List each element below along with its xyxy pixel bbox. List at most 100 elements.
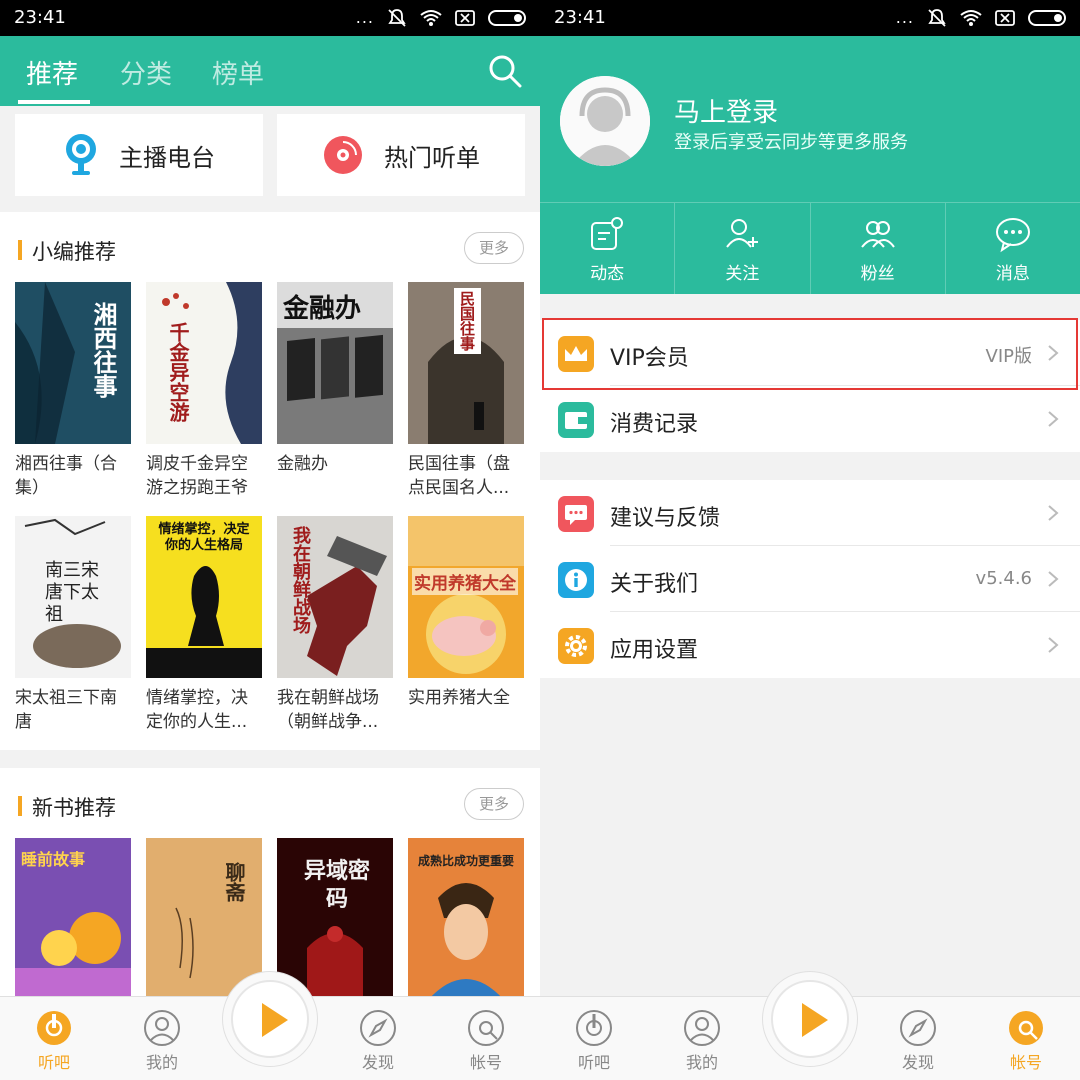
nav-mine[interactable]: 我的 [662,1009,742,1073]
section-title: 小编推荐 [32,240,116,264]
compass-icon [900,1010,936,1046]
book-title: 民国往事（盘点民国名人... [408,454,510,498]
bell-off-icon [928,9,946,27]
tab-ranking[interactable]: 榜单 [212,54,264,91]
book-card[interactable]: 湘西往事 湘西往事（合集） [15,282,131,500]
profile-header: 马上登录 登录后享受云同步等更多服务 动态 关注 粉丝 消息 [540,36,1080,294]
message-icon [995,218,1030,253]
stat-follow[interactable]: 关注 [675,203,811,294]
book-card[interactable]: 睡前故事 [15,838,131,1000]
tab-indicator [18,100,90,104]
book-cover: 异域密码 [277,838,393,1000]
book-card[interactable]: 实用养猪大全 实用养猪大全 [408,516,524,734]
more-button[interactable]: 更多 [464,232,524,264]
editor-picks-section: 小编推荐 更多 湘西往事 湘西往事（合集） 千金异空游 调皮千金异空游之拐跑王爷… [0,212,540,750]
book-title: 宋太祖三下南唐 [15,688,117,732]
section-accent-bar [18,796,22,816]
book-card[interactable]: 聊斋 [146,838,262,1000]
status-bar: 23:41 ... [540,0,1080,36]
book-card[interactable]: 金融办 金融办 [277,282,393,500]
chevron-right-icon [1048,571,1059,587]
book-title: 情绪掌控，决定你的人生... [146,688,248,732]
more-dots-icon: ... [895,8,914,27]
play-button[interactable] [762,971,858,1067]
book-cover: 我在朝鲜战场 [277,516,393,678]
book-cover: 金融办 [277,282,393,444]
nav-discover[interactable]: 发现 [878,1009,958,1073]
play-button[interactable] [222,971,318,1067]
menu-value: v5.4.6 [975,568,1032,589]
book-cover: 实用养猪大全 [408,516,524,678]
info-icon [558,562,594,598]
book-title: 调皮千金异空游之拐跑王爷 [146,454,248,498]
avatar[interactable] [560,76,650,166]
compass-icon [360,1010,396,1046]
feed-icon [591,217,624,250]
status-time: 23:41 [554,7,606,28]
book-card[interactable]: 异域密码 [277,838,393,1000]
nav-account[interactable]: 帐号 [446,1009,526,1073]
section-accent-bar [18,240,22,260]
book-title: 湘西往事（合集） [15,454,117,498]
tab-recommend[interactable]: 推荐 [26,54,78,91]
menu-spending[interactable]: 消费记录 [540,386,1080,452]
stat-feed[interactable]: 动态 [540,203,676,294]
stats-row: 动态 关注 粉丝 消息 [540,202,1080,294]
anchor-radio-button[interactable]: 主播电台 [15,114,263,196]
book-card[interactable]: 民国往事 民国往事（盘点民国名人... [408,282,524,500]
menu-settings[interactable]: 应用设置 [540,612,1080,678]
sim-off-icon [995,10,1015,26]
top-tab-bar: 推荐 分类 榜单 [0,36,540,106]
menu-label: 建议与反馈 [610,506,721,531]
listen-icon [37,1011,71,1045]
chevron-right-icon [1048,637,1059,653]
account-icon [468,1010,504,1046]
nav-discover[interactable]: 发现 [338,1009,418,1073]
book-card[interactable]: 千金异空游 调皮千金异空游之拐跑王爷 [146,282,262,500]
disc-icon [324,136,362,174]
bell-off-icon [388,9,406,27]
more-button[interactable]: 更多 [464,788,524,820]
hot-list-button[interactable]: 热门听单 [277,114,525,196]
account-icon [1009,1011,1043,1045]
book-title: 实用养猪大全 [408,688,510,708]
anchor-radio-label: 主播电台 [119,143,215,172]
tab-category[interactable]: 分类 [120,54,172,91]
login-title[interactable]: 马上登录 [674,92,778,129]
menu-about[interactable]: 关于我们 v5.4.6 [540,546,1080,612]
status-time: 23:41 [14,7,66,28]
menu-group-account: VIP会员 VIP版 消费记录 [540,320,1080,452]
book-cover: 睡前故事 [15,838,131,1000]
menu-value: VIP版 [985,346,1032,367]
wifi-icon [420,10,442,26]
book-card[interactable]: 我在朝鲜战场 我在朝鲜战场（朝鲜战争... [277,516,393,734]
book-cover: 千金异空游 [146,282,262,444]
search-icon[interactable] [488,54,522,88]
nav-listen[interactable]: 听吧 [554,1009,634,1073]
menu-group-app: 建议与反馈 关于我们 v5.4.6 应用设置 [540,480,1080,678]
listen-icon [576,1010,612,1046]
book-card[interactable]: 情绪掌控，决定你的人生格局 情绪掌控，决定你的人生... [146,516,262,734]
play-icon [802,1003,828,1037]
menu-vip[interactable]: VIP会员 VIP版 [540,320,1080,386]
bottom-nav: 听吧 我的 发现 帐号 [540,971,1080,1080]
nav-listen[interactable]: 听吧 [14,1009,94,1073]
book-cover: 聊斋 [146,838,262,1000]
nav-account[interactable]: 帐号 [986,1009,1066,1073]
right-screen: 23:41 ... 马上登录 登录后享受云同步等更多服务 动态 关注 粉丝 消息… [540,0,1080,1080]
nav-mine[interactable]: 我的 [122,1009,202,1073]
book-cover: 湘西往事 [15,282,131,444]
book-card[interactable]: 成熟比成功更重要 [408,838,524,1000]
menu-label: 应用设置 [610,638,699,663]
stat-fans[interactable]: 粉丝 [811,203,946,294]
settings-icon [558,628,594,664]
quick-entry-row: 主播电台 热门听单 [0,106,540,212]
book-cover: 情绪掌控，决定你的人生格局 [146,516,262,678]
menu-feedback[interactable]: 建议与反馈 [540,480,1080,546]
book-card[interactable]: 南三宋唐下太祖 宋太祖三下南唐 [15,516,131,734]
wallet-icon [558,402,594,438]
stat-messages[interactable]: 消息 [946,203,1080,294]
chevron-right-icon [1048,505,1059,521]
hot-list-label: 热门听单 [384,143,480,172]
left-screen: 23:41 ... 推荐 分类 榜单 主播电台 热门听单 小编推荐 更多 湘西往… [0,0,540,1080]
